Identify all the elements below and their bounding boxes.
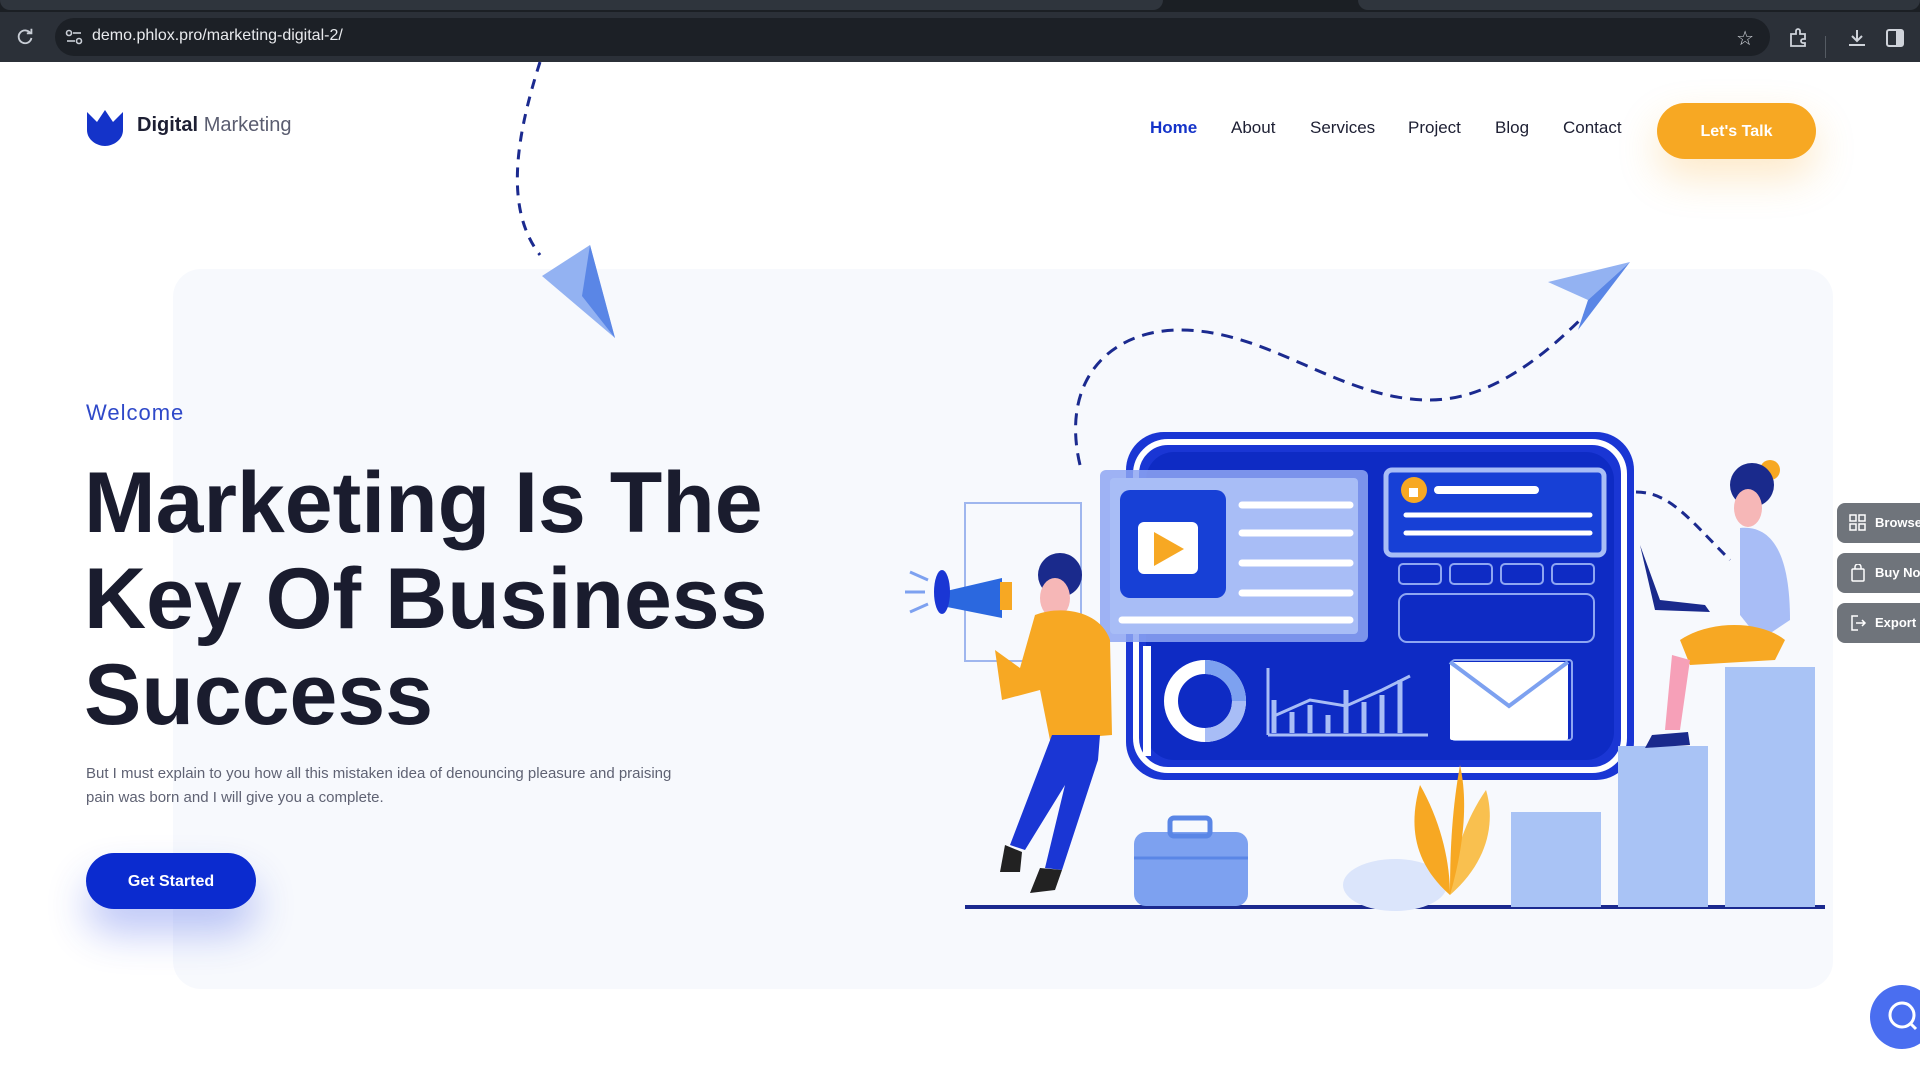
hero-headline: Marketing Is The Key Of Business Success [84, 455, 884, 743]
nav-blog[interactable]: Blog [1495, 118, 1529, 138]
star-icon[interactable]: ☆ [1736, 26, 1754, 51]
side-export-label: Export [1875, 615, 1917, 630]
browser-tab[interactable] [1358, 0, 1920, 10]
download-icon[interactable] [1845, 26, 1869, 50]
grid-icon [1849, 514, 1866, 531]
side-export-button[interactable]: Export [1837, 603, 1920, 643]
lets-talk-button[interactable]: Let's Talk [1657, 103, 1816, 159]
nav-services[interactable]: Services [1310, 118, 1375, 138]
browser-toolbar: demo.phlox.pro/marketing-digital-2/ ☆ [0, 12, 1920, 62]
logo-bold: Digital [137, 114, 199, 136]
export-icon [1851, 615, 1867, 631]
headline-line: Success [84, 647, 434, 743]
bag-icon [1851, 564, 1865, 582]
side-buy-label: Buy No [1875, 565, 1920, 580]
nav-contact[interactable]: Contact [1563, 118, 1622, 138]
chat-icon [1888, 1001, 1918, 1031]
hero-eyebrow: Welcome [86, 400, 185, 425]
sidebar-icon[interactable] [1883, 26, 1907, 50]
reload-icon[interactable] [14, 26, 36, 48]
site-info-icon[interactable] [65, 28, 83, 46]
nav-home[interactable]: Home [1150, 118, 1197, 138]
extensions-icon[interactable] [1787, 26, 1811, 50]
logo-light: Marketing [203, 114, 292, 136]
url-text[interactable]: demo.phlox.pro/marketing-digital-2/ [92, 27, 343, 45]
side-browse-label: Browse [1875, 515, 1920, 530]
get-started-button[interactable]: Get Started [86, 853, 256, 909]
logo-icon[interactable] [85, 106, 125, 146]
headline-line: Key Of Business [84, 551, 768, 647]
nav-about[interactable]: About [1231, 118, 1275, 138]
nav-project[interactable]: Project [1408, 118, 1461, 138]
headline-line: Marketing Is The [84, 455, 763, 551]
browser-tab-strip [0, 0, 1920, 12]
browser-tab[interactable] [0, 0, 1163, 10]
logo-text[interactable]: Digital Marketing [137, 114, 292, 137]
toolbar-divider [1825, 36, 1826, 58]
side-buy-button[interactable]: Buy No [1837, 553, 1920, 593]
chat-button[interactable] [1870, 985, 1920, 1049]
address-bar[interactable]: demo.phlox.pro/marketing-digital-2/ ☆ [55, 18, 1770, 56]
hero-subtext: But I must explain to you how all this m… [86, 765, 672, 806]
side-browse-button[interactable]: Browse [1837, 503, 1920, 543]
